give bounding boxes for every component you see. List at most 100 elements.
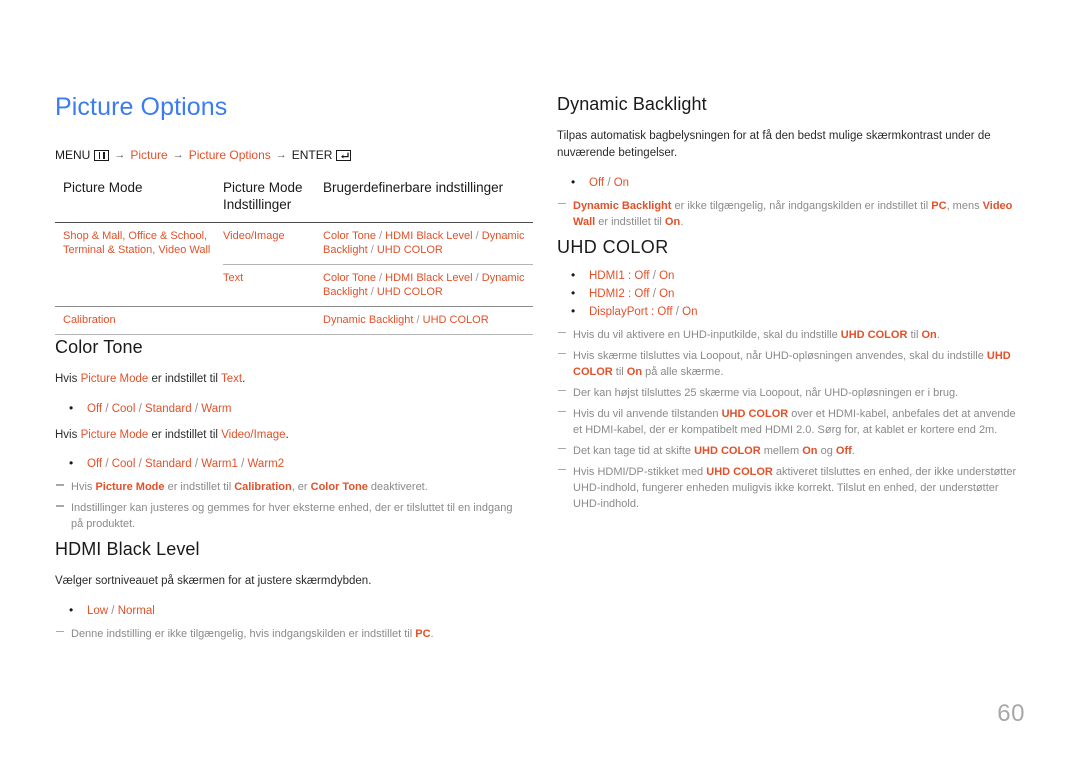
breadcrumb-arrow-3: → bbox=[275, 149, 287, 161]
list-item[interactable]: HDMI1 : Off / On bbox=[557, 266, 1027, 285]
section-title-dynamic-backlight: Dynamic Backlight bbox=[557, 94, 707, 114]
table-cell-custom-settings: Dynamic Backlight / UHD COLOR bbox=[323, 306, 533, 335]
highlight-dynamic-backlight: Dynamic Backlight bbox=[573, 199, 672, 212]
highlight-video-image: Video/Image bbox=[221, 428, 286, 441]
page-number: 60 bbox=[997, 700, 1025, 727]
color-tone-options-video: Off / Cool / Standard / Warm1 / Warm2 bbox=[55, 454, 525, 473]
table-cell-custom-settings: Color Tone / HDMI Black Level / Dynamic … bbox=[323, 230, 525, 256]
option-separator: / bbox=[649, 269, 660, 282]
highlight-uhd-color: UHD COLOR bbox=[840, 328, 908, 341]
text-fragment: og bbox=[817, 444, 836, 457]
enter-key-icon bbox=[336, 149, 352, 161]
breadcrumb: MENU → Picture → Picture Options → ENTER bbox=[55, 147, 525, 163]
option-value-on: On bbox=[682, 305, 698, 318]
text-fragment: . bbox=[851, 444, 855, 457]
note-item: Hvis Picture Mode er indstillet til Cali… bbox=[55, 479, 525, 495]
list-item[interactable]: Off / Cool / Standard / Warm bbox=[55, 399, 525, 418]
table-cell-modes: Calibration bbox=[55, 306, 223, 335]
table-cell-mode-setting: Text bbox=[223, 264, 323, 307]
list-item[interactable]: DisplayPort : Off / On bbox=[557, 302, 1027, 321]
highlight-on: On bbox=[664, 215, 681, 228]
highlight-uhd-color: UHD COLOR bbox=[721, 407, 789, 420]
picture-mode-table: Picture Mode Picture Mode Indstillinger … bbox=[55, 179, 533, 335]
table-header-row: Picture Mode Picture Mode Indstillinger … bbox=[55, 179, 533, 223]
option-value-off: Off bbox=[634, 269, 650, 282]
text-fragment: Hvis bbox=[71, 481, 96, 493]
text-fragment: er ikke tilgængelig, når indgangskilden … bbox=[671, 199, 932, 212]
text-fragment: deaktiveret. bbox=[367, 481, 428, 493]
highlight-picture-mode: Picture Mode bbox=[80, 373, 149, 385]
dynamic-backlight-options: Off / On bbox=[557, 173, 1027, 192]
option-label-hdmi1: HDMI1 : bbox=[589, 269, 635, 282]
list-item[interactable]: Low / Normal bbox=[55, 601, 525, 620]
highlight-off: Off bbox=[835, 444, 852, 457]
table-cell-mode-setting bbox=[223, 306, 323, 335]
table-header-picture-mode-settings: Picture Mode Indstillinger bbox=[223, 179, 323, 223]
highlight-on: On bbox=[802, 444, 818, 457]
breadcrumb-enter-label: ENTER bbox=[291, 148, 333, 162]
text-fragment: er indstillet til bbox=[148, 428, 222, 441]
note-item: Der kan højst tilsluttes 25 skærme via L… bbox=[557, 385, 1027, 401]
text-fragment: Det kan tage tid at skifte bbox=[573, 444, 695, 457]
highlight-on: On bbox=[921, 328, 937, 341]
right-column: Dynamic Backlight Tilpas automatisk bagb… bbox=[557, 92, 1027, 517]
dynamic-backlight-notes: Dynamic Backlight er ikke tilgængelig, n… bbox=[557, 198, 1027, 230]
note-item: Indstillinger kan justeres og gemmes for… bbox=[55, 500, 525, 532]
text-fragment: er indstillet til bbox=[148, 373, 221, 385]
highlight-text-mode: Text bbox=[220, 373, 243, 385]
left-column: Picture Options MENU → Picture → Picture… bbox=[55, 92, 533, 647]
section-title-hdmi-black-level: HDMI Black Level bbox=[55, 539, 200, 559]
table-cell-modes: Shop & Mall, Office & School, Terminal &… bbox=[63, 230, 211, 256]
text-fragment: Hvis du vil aktivere en UHD-inputkilde, … bbox=[573, 328, 841, 341]
note-item: Hvis du vil aktivere en UHD-inputkilde, … bbox=[557, 327, 1027, 343]
note-item: Dynamic Backlight er ikke tilgængelig, n… bbox=[557, 198, 1027, 230]
menu-grid-icon bbox=[94, 149, 110, 161]
option-label-displayport: DisplayPort : bbox=[589, 305, 658, 318]
text-fragment: på alle skærme. bbox=[642, 365, 724, 378]
section-title-color-tone: Color Tone bbox=[55, 337, 143, 357]
highlight-on: On bbox=[626, 365, 643, 378]
text-fragment: , er bbox=[291, 481, 311, 493]
note-item: Hvis du vil anvende tilstanden UHD COLOR… bbox=[557, 406, 1027, 438]
text-fragment: , mens bbox=[946, 199, 983, 212]
table-row: Text Color Tone / HDMI Black Level / Dyn… bbox=[55, 264, 533, 307]
note-item: Denne indstilling er ikke tilgængelig, h… bbox=[55, 626, 525, 642]
note-item: Hvis HDMI/DP-stikket med UHD COLOR aktiv… bbox=[557, 464, 1027, 512]
option-value-on: On bbox=[659, 269, 675, 282]
text-fragment: til bbox=[612, 365, 627, 378]
color-tone-condition-2: Hvis Picture Mode er indstillet til Vide… bbox=[55, 427, 525, 444]
breadcrumb-item-picture[interactable]: Picture bbox=[130, 147, 167, 163]
breadcrumb-arrow-2: → bbox=[172, 149, 184, 161]
text-fragment: Hvis HDMI/DP-stikket med bbox=[573, 465, 707, 478]
text-fragment: . bbox=[242, 373, 246, 385]
highlight-picture-mode: Picture Mode bbox=[80, 428, 149, 441]
option-value-off: Off bbox=[634, 287, 650, 300]
uhd-color-options: HDMI1 : Off / On HDMI2 : Off / On Displa… bbox=[557, 266, 1027, 321]
hdmi-black-level-description: Vælger sortniveauet på skærmen for at ju… bbox=[55, 575, 372, 587]
text-fragment: Hvis skærme tilsluttes via Loopout, når … bbox=[573, 349, 987, 362]
text-fragment: Hvis du vil anvende tilstanden bbox=[573, 407, 722, 420]
text-fragment: Hvis bbox=[55, 373, 81, 385]
list-item[interactable]: Off / On bbox=[557, 173, 1027, 192]
text-fragment: . bbox=[680, 215, 684, 228]
dynamic-backlight-description: Tilpas automatisk bagbelysningen for at … bbox=[557, 130, 991, 159]
table-row: Shop & Mall, Office & School, Terminal &… bbox=[55, 223, 533, 265]
breadcrumb-menu-label: MENU bbox=[55, 148, 91, 162]
text-fragment: . bbox=[936, 328, 940, 341]
manual-page: Picture Options MENU → Picture → Picture… bbox=[0, 0, 1080, 763]
highlight-calibration: Calibration bbox=[234, 481, 292, 493]
highlight-picture-mode: Picture Mode bbox=[95, 481, 165, 493]
text-fragment: er indstillet til bbox=[595, 215, 665, 228]
list-item[interactable]: Off / Cool / Standard / Warm1 / Warm2 bbox=[55, 454, 525, 473]
text-fragment: mellem bbox=[760, 444, 803, 457]
note-item: Hvis skærme tilsluttes via Loopout, når … bbox=[557, 348, 1027, 380]
color-tone-notes: Hvis Picture Mode er indstillet til Cali… bbox=[55, 479, 525, 532]
highlight-color-tone: Color Tone bbox=[310, 481, 368, 493]
breadcrumb-item-picture-options[interactable]: Picture Options bbox=[189, 147, 271, 163]
hdmi-black-level-notes: Denne indstilling er ikke tilgængelig, h… bbox=[55, 626, 525, 642]
hdmi-black-level-options: Low / Normal bbox=[55, 601, 525, 620]
list-item[interactable]: HDMI2 : Off / On bbox=[557, 284, 1027, 303]
option-value-off: Off bbox=[657, 305, 673, 318]
text-fragment: Denne indstilling er ikke tilgængelig, h… bbox=[71, 627, 416, 640]
table-cell-custom-settings: Color Tone / HDMI Black Level / Dynamic … bbox=[323, 264, 533, 307]
